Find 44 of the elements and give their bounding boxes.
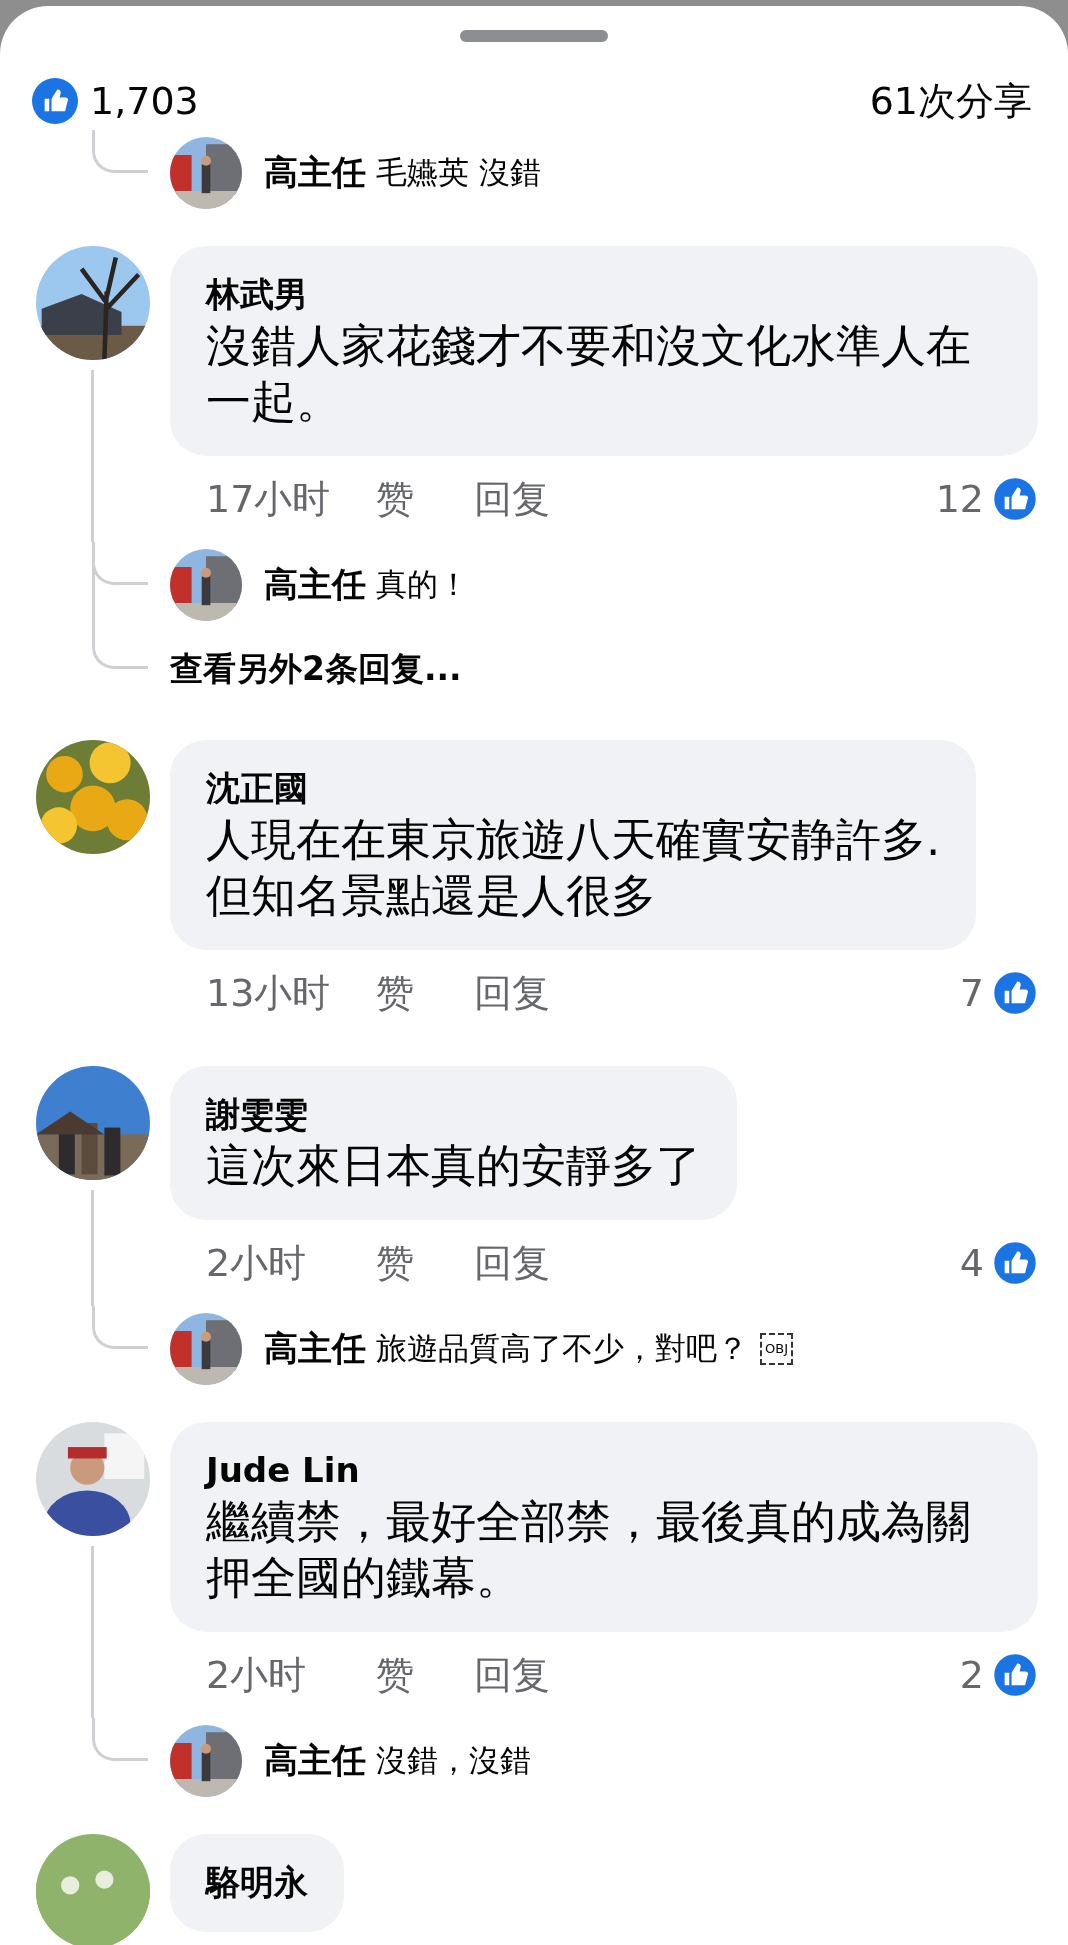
reply-text: 沒錯，沒錯	[376, 1741, 531, 1780]
like-link[interactable]: 赞	[376, 1649, 414, 1701]
reply-text: 真的！	[376, 565, 469, 604]
like-count[interactable]: 1,703	[90, 79, 199, 123]
comment-time: 17小时	[206, 475, 332, 523]
more-replies-link[interactable]: 查看另外2条回复...	[170, 646, 462, 692]
comment-author[interactable]: Jude Lin	[206, 1446, 1002, 1494]
like-link[interactable]: 赞	[376, 967, 414, 1019]
comment-author[interactable]: 林武男	[206, 270, 1002, 318]
like-icon	[32, 78, 78, 124]
reply-author[interactable]: 高主任	[264, 1326, 366, 1372]
reply-link[interactable]: 回复	[474, 967, 550, 1019]
comment-time: 2小时	[206, 1651, 308, 1699]
like-link[interactable]: 赞	[376, 473, 414, 525]
object-replacement-glyph: OBJ	[760, 1333, 793, 1365]
reply-author[interactable]: 高主任	[264, 1738, 366, 1784]
reaction-count: 12	[935, 477, 984, 521]
drag-handle[interactable]	[460, 30, 608, 42]
like-icon	[992, 1652, 1038, 1698]
comment-text: 沒錯人家花錢才不要和沒文化水準人在一起。	[206, 318, 972, 430]
like-icon	[992, 476, 1038, 522]
reaction-count: 7	[959, 971, 984, 1015]
comment-author[interactable]: 謝雯雯	[206, 1090, 701, 1138]
reply-link[interactable]: 回复	[474, 1649, 550, 1701]
reply-text: 毛嬿英 沒錯	[376, 153, 541, 192]
share-count[interactable]: 61次分享	[869, 75, 1032, 127]
reaction-count: 4	[959, 1241, 984, 1285]
comment-text: 這次來日本真的安靜多了	[206, 1138, 701, 1194]
comment-time: 13小时	[206, 969, 332, 1017]
like-icon	[992, 970, 1038, 1016]
reaction-count: 2	[959, 1653, 984, 1697]
comment-time: 2小时	[206, 1239, 308, 1287]
reply-text: 旅遊品質高了不少，對吧？	[376, 1329, 748, 1368]
comment-author[interactable]: 沈正國	[206, 764, 941, 812]
like-icon	[992, 1240, 1038, 1286]
comment-text: 繼續禁，最好全部禁，最後真的成為關押全國的鐵幕。	[206, 1494, 972, 1606]
reply-link[interactable]: 回复	[474, 1237, 550, 1289]
reply-author[interactable]: 高主任	[264, 562, 366, 608]
reply-author[interactable]: 高主任	[264, 150, 366, 196]
comment-text: 人現在在東京旅遊八天確實安静許多. 但知名景點還是人很多	[206, 812, 941, 924]
comment-author[interactable]: 駱明永	[206, 1858, 308, 1906]
reply-link[interactable]: 回复	[474, 473, 550, 525]
like-link[interactable]: 赞	[376, 1237, 414, 1289]
thread-connector	[92, 130, 148, 173]
